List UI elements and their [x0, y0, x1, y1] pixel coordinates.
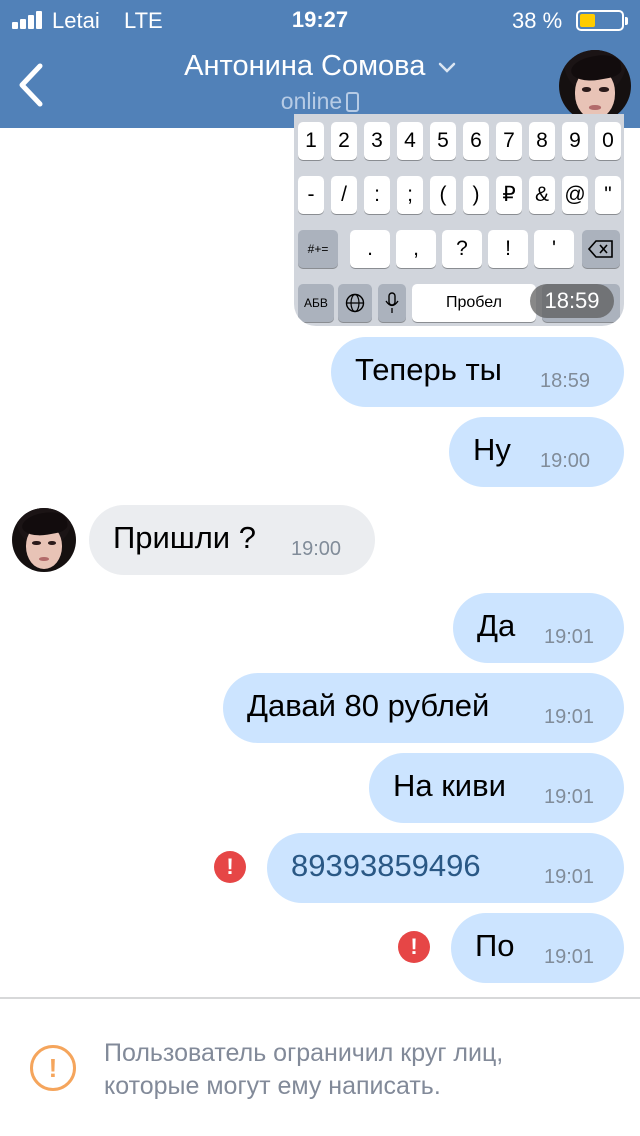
message-outgoing[interactable]: Давай 80 рублей 19:01 [223, 673, 624, 743]
message-outgoing-failed[interactable]: 89393859496 19:01 [267, 833, 624, 903]
back-arrow-icon[interactable] [14, 62, 48, 108]
message-time: 19:01 [544, 786, 595, 808]
message-text: Ну [473, 432, 511, 467]
mobile-phone-icon [346, 92, 360, 112]
key: 0 [595, 122, 621, 160]
key: ) [463, 176, 489, 214]
message-text: Теперь ты [355, 352, 502, 387]
key: 8 [529, 122, 555, 160]
message-text: Давай 80 рублей [247, 688, 490, 723]
warning-icon: ! [30, 1045, 76, 1091]
key: 4 [397, 122, 423, 160]
photo-message-keyboard-screenshot[interactable]: 1 2 3 4 5 6 7 8 9 0 - / : ; ( ) ₽ & @ " … [294, 114, 624, 326]
key: 2 [331, 122, 357, 160]
photo-timestamp: 18:59 [530, 284, 614, 318]
key: ( [430, 176, 456, 214]
key: / [331, 176, 357, 214]
message-outgoing-failed[interactable]: По 19:01 [451, 913, 624, 983]
backspace-icon [582, 230, 620, 268]
message-outgoing[interactable]: На киви 19:01 [369, 753, 624, 823]
notice-line: которые могут ему написать. [104, 1072, 441, 1100]
online-status-label: online [280, 88, 343, 114]
message-incoming[interactable]: Пришли ? 19:00 [89, 505, 375, 575]
key: ! [488, 230, 528, 268]
key: 5 [430, 122, 456, 160]
key: ; [397, 176, 423, 214]
key-space: Пробел [412, 284, 536, 322]
contact-avatar-small[interactable] [12, 508, 76, 572]
message-time: 19:01 [544, 706, 595, 728]
message-time: 19:00 [540, 450, 591, 472]
key: 7 [496, 122, 522, 160]
battery-icon [576, 10, 628, 31]
notice-line: Пользователь ограничил круг лиц, [104, 1039, 504, 1067]
battery-percent: 38 % [512, 8, 563, 33]
chat-title-button[interactable]: Антонина Сомова [140, 50, 500, 83]
key: 1 [298, 122, 324, 160]
key: - [298, 176, 324, 214]
key: , [396, 230, 436, 268]
message-outgoing[interactable]: Ну 19:00 [449, 417, 624, 487]
message-time: 19:01 [544, 626, 595, 648]
key-language: АБВ [298, 284, 334, 322]
key: " [595, 176, 621, 214]
message-outgoing[interactable]: Теперь ты 18:59 [331, 337, 624, 407]
chat-title: Антонина Сомова [184, 50, 426, 82]
footer-divider [0, 997, 640, 999]
message-time: 19:01 [544, 866, 595, 888]
chat-header: Letai LTE 19:27 38 % Антонина Сомова onl… [0, 0, 640, 128]
key: 3 [364, 122, 390, 160]
key: ₽ [496, 176, 522, 214]
key: ? [442, 230, 482, 268]
key: & [529, 176, 555, 214]
key-symbols-mode: #+= [298, 230, 338, 268]
message-outgoing[interactable]: Да 19:01 [453, 593, 624, 663]
restriction-notice: Пользователь ограничил круг лиц, которые… [104, 1037, 624, 1103]
send-error-icon[interactable]: ! [214, 851, 246, 883]
message-time: 18:59 [540, 370, 591, 392]
message-text: Да [477, 608, 516, 643]
online-status: online [140, 88, 500, 115]
message-text: По [475, 928, 515, 963]
message-text: На киви [393, 768, 506, 803]
globe-icon [338, 284, 372, 322]
chevron-down-icon [438, 62, 456, 73]
key: . [350, 230, 390, 268]
key: : [364, 176, 390, 214]
message-phone-link[interactable]: 89393859496 [291, 848, 481, 884]
key: 9 [562, 122, 588, 160]
message-text: Пришли ? [113, 520, 256, 555]
message-time: 19:00 [291, 538, 342, 560]
microphone-icon [378, 284, 406, 322]
send-error-icon[interactable]: ! [398, 931, 430, 963]
message-time: 19:01 [544, 946, 595, 968]
contact-avatar[interactable] [559, 50, 631, 122]
key: @ [562, 176, 588, 214]
key: 6 [463, 122, 489, 160]
key: ' [534, 230, 574, 268]
status-bar: Letai LTE 19:27 38 % [0, 0, 640, 40]
